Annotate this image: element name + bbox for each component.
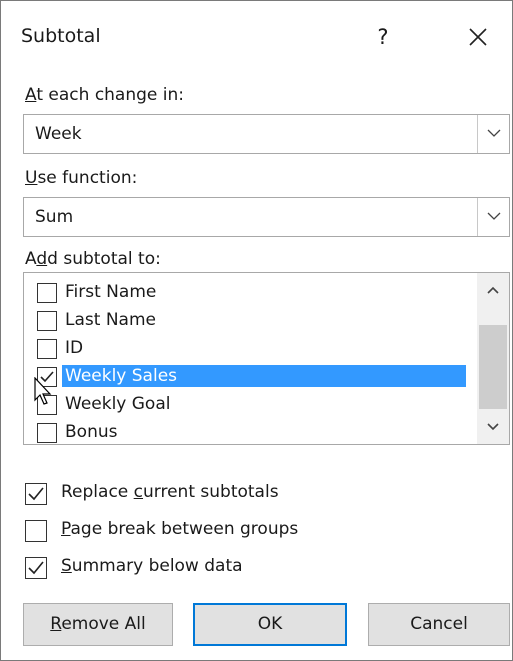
remove-all-button[interactable]: Remove All	[23, 603, 173, 646]
page-break-checkbox[interactable]: Page break between groups	[25, 517, 425, 545]
checkmark-icon	[28, 487, 44, 501]
replace-subtotals-checkbox[interactable]: Replace current subtotals	[25, 480, 425, 508]
list-item-first-name[interactable]: First Name	[32, 279, 474, 307]
scroll-down-button[interactable]	[477, 410, 509, 444]
add-subtotal-label: Add subtotal to:	[25, 249, 161, 269]
checkbox[interactable]	[25, 520, 47, 542]
list-item-label: First Name	[65, 282, 157, 302]
help-button[interactable]: ?	[361, 15, 405, 59]
add-subtotal-listbox[interactable]: First Name Last Name ID Weekly Sales Wee…	[23, 272, 510, 445]
scroll-up-button[interactable]	[477, 273, 509, 307]
title-bar: Subtotal ?	[1, 1, 512, 79]
close-button[interactable]	[456, 15, 500, 59]
checkbox[interactable]	[37, 423, 57, 443]
listbox-scrollbar[interactable]	[477, 273, 509, 444]
list-item-label: Weekly Goal	[65, 394, 171, 414]
checkmark-icon	[28, 561, 44, 575]
group-by-label: At each change in:	[25, 85, 185, 105]
checkbox[interactable]	[37, 283, 57, 303]
cancel-button[interactable]: Cancel	[368, 603, 510, 646]
close-icon	[469, 28, 487, 46]
list-item-weekly-goal[interactable]: Weekly Goal	[32, 391, 474, 419]
checkbox-checked[interactable]	[25, 483, 47, 505]
group-by-dropdown-button[interactable]	[477, 115, 509, 153]
list-item-label: ID	[65, 338, 84, 358]
list-item-weekly-sales[interactable]: Weekly Sales	[32, 363, 474, 391]
checkbox-checked[interactable]	[25, 557, 47, 579]
scroll-thumb[interactable]	[479, 325, 507, 409]
chevron-down-icon	[487, 423, 499, 431]
function-value: Sum	[35, 207, 74, 227]
dialog-title: Subtotal	[21, 25, 101, 47]
list-item-last-name[interactable]: Last Name	[32, 307, 474, 335]
summary-below-checkbox[interactable]: Summary below data	[25, 554, 425, 582]
replace-subtotals-label: Replace current subtotals	[61, 482, 279, 502]
checkbox[interactable]	[37, 339, 57, 359]
checkbox[interactable]	[37, 311, 57, 331]
function-label: Use function:	[25, 168, 138, 188]
chevron-up-icon	[487, 286, 499, 294]
list-item-bonus[interactable]: Bonus	[32, 419, 474, 447]
mouse-pointer-icon	[34, 377, 52, 405]
group-by-select[interactable]: Week	[23, 114, 510, 154]
group-by-value: Week	[35, 124, 82, 144]
summary-below-label: Summary below data	[61, 556, 243, 576]
ok-button[interactable]: OK	[193, 603, 347, 646]
function-dropdown-button[interactable]	[477, 198, 509, 236]
page-break-label: Page break between groups	[61, 519, 299, 539]
function-select[interactable]: Sum	[23, 197, 510, 237]
chevron-down-icon	[487, 129, 501, 137]
subtotal-dialog: Subtotal ? At each change in: Week Use f…	[0, 0, 513, 661]
list-item-label: Bonus	[65, 422, 118, 442]
list-item-label: Weekly Sales	[62, 365, 466, 387]
list-item-label: Last Name	[65, 310, 156, 330]
chevron-down-icon	[487, 212, 501, 220]
list-item-id[interactable]: ID	[32, 335, 474, 363]
